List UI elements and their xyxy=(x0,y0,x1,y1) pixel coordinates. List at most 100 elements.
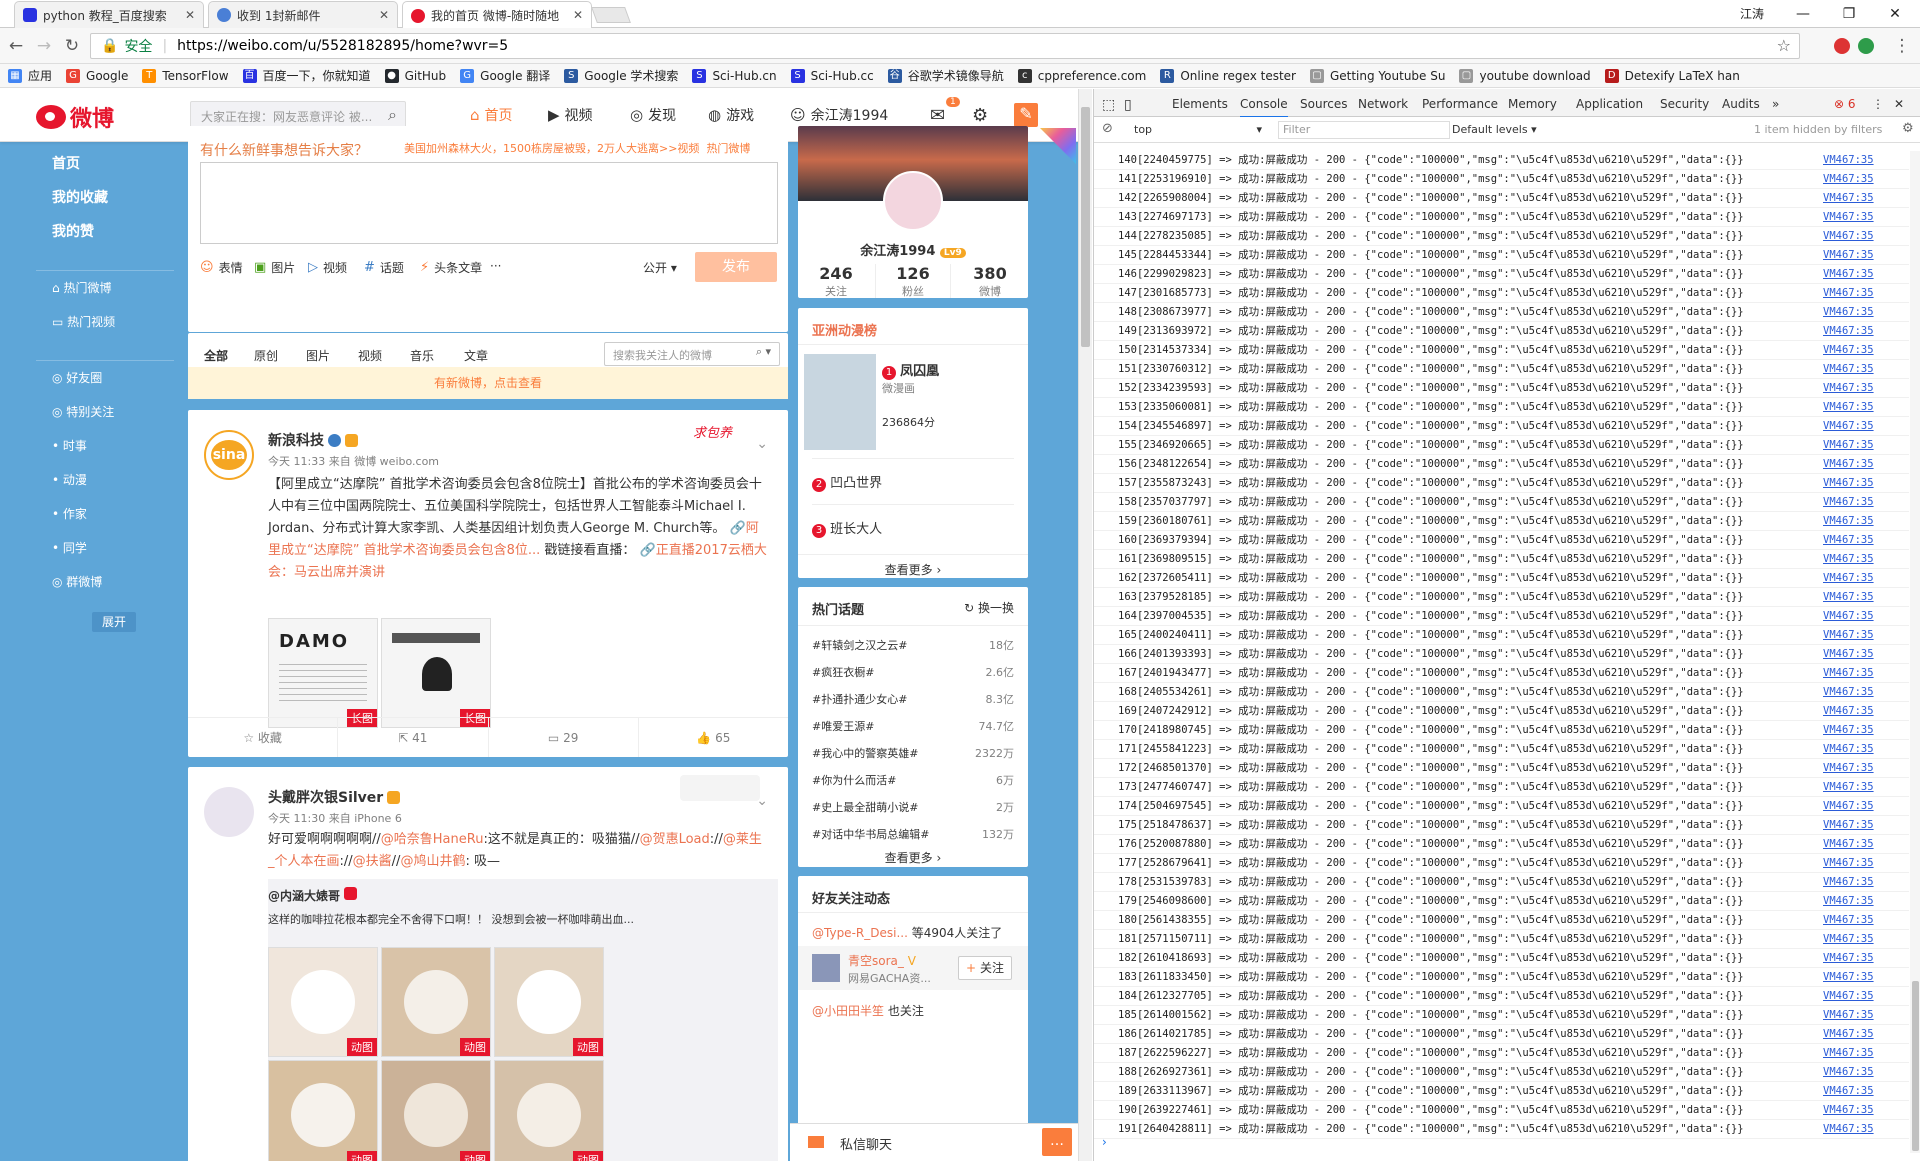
stat-following[interactable]: 246 关注 xyxy=(798,264,874,298)
log-source-link[interactable]: VM467:35 xyxy=(1823,512,1874,530)
follow-button[interactable]: + 关注 xyxy=(958,956,1012,980)
topic-button[interactable]: # 话题 xyxy=(364,259,404,276)
log-source-link[interactable]: VM467:35 xyxy=(1823,284,1874,302)
tab-application[interactable]: Application xyxy=(1576,97,1643,111)
console-settings-icon[interactable]: ⚙ xyxy=(1902,121,1914,136)
weibo-search-input[interactable]: 大家正在搜：网友恶意评论 被... ⌕ xyxy=(190,101,406,129)
sidebar-item-hot-weibo[interactable]: ⌂ 热门微博 xyxy=(36,271,184,305)
avatar[interactable] xyxy=(812,954,840,982)
tab-memory[interactable]: Memory xyxy=(1508,97,1557,111)
post-author[interactable]: 头戴胖次银Silver xyxy=(268,787,401,807)
close-tab-icon[interactable]: ✕ xyxy=(185,8,195,22)
repost-button[interactable]: ⇱ 41 xyxy=(338,718,489,757)
publisher-hot-topic[interactable]: 美国加州森林大火，1500栋房屋被毁，2万人大逃离>>视频 热门微博 xyxy=(404,140,750,156)
log-source-link[interactable]: VM467:35 xyxy=(1823,550,1874,568)
log-source-link[interactable]: VM467:35 xyxy=(1823,664,1874,682)
log-source-link[interactable]: VM467:35 xyxy=(1823,303,1874,321)
anime-cover[interactable] xyxy=(804,354,876,450)
sidebar-item-home[interactable]: 首页 xyxy=(36,147,184,181)
refresh-button[interactable]: ↻ 换一换 xyxy=(964,599,1014,616)
log-source-link[interactable]: VM467:35 xyxy=(1823,1063,1874,1081)
close-tab-icon[interactable]: ✕ xyxy=(573,8,583,22)
post-time[interactable]: 今天 11:30 来自 iPhone 6 xyxy=(268,810,402,826)
log-source-link[interactable]: VM467:35 xyxy=(1823,797,1874,815)
error-count[interactable]: ⊗ 6 xyxy=(1834,97,1856,111)
nav-video[interactable]: ▶ 视频 xyxy=(548,105,593,125)
bookmark-item[interactable]: ▢ Getting Youtube Su xyxy=(1309,68,1445,83)
rank-item[interactable]: 1 凤囚凰 xyxy=(882,360,939,380)
tab-articles[interactable]: 文章 xyxy=(464,347,488,364)
avatar[interactable] xyxy=(883,171,943,231)
log-source-link[interactable]: VM467:35 xyxy=(1823,531,1874,549)
log-source-link[interactable]: VM467:35 xyxy=(1823,968,1874,986)
extension-icon[interactable] xyxy=(1834,38,1850,54)
more-tabs-icon[interactable]: » xyxy=(1772,97,1779,111)
topic-item[interactable]: #我心中的警察英雄# 2322万 xyxy=(812,745,1014,761)
log-source-link[interactable]: VM467:35 xyxy=(1823,379,1874,397)
restore-icon[interactable]: ❐ xyxy=(1826,0,1872,28)
bookmark-item[interactable]: G Google 翻译 xyxy=(460,67,550,84)
repost-author[interactable]: @内涵大婊哥 xyxy=(268,887,358,904)
minimize-icon[interactable]: — xyxy=(1780,0,1826,28)
sidebar-item-favorites[interactable]: 我的收藏 xyxy=(36,181,184,215)
see-more-link[interactable]: 查看更多 › xyxy=(798,554,1028,578)
image-button[interactable]: ▣ 图片 xyxy=(254,259,295,276)
avatar[interactable] xyxy=(204,787,254,837)
extension-icon[interactable] xyxy=(1858,38,1874,54)
back-icon[interactable]: ← xyxy=(4,34,28,58)
log-source-link[interactable]: VM467:35 xyxy=(1823,987,1874,1005)
browser-tab[interactable]: 收到 1封新邮件 ✕ xyxy=(208,1,398,28)
log-source-link[interactable]: VM467:35 xyxy=(1823,227,1874,245)
bookmark-item[interactable]: c cppreference.com xyxy=(1017,68,1146,83)
sidebar-item-hot-video[interactable]: ▭ 热门视频 xyxy=(36,305,184,339)
log-source-link[interactable]: VM467:35 xyxy=(1823,816,1874,834)
log-source-link[interactable]: VM467:35 xyxy=(1823,569,1874,587)
close-devtools-icon[interactable]: ✕ xyxy=(1894,97,1904,111)
comment-button[interactable]: ▭ 29 xyxy=(489,718,639,757)
log-source-link[interactable]: VM467:35 xyxy=(1823,778,1874,796)
browser-tab-active[interactable]: 我的首页 微博-随时随地 ✕ xyxy=(402,1,592,29)
like-button[interactable]: 👍 65 xyxy=(639,718,788,757)
log-source-link[interactable]: VM467:35 xyxy=(1823,493,1874,511)
log-source-link[interactable]: VM467:35 xyxy=(1823,246,1874,264)
tab-video[interactable]: 视频 xyxy=(358,347,382,364)
weibo-logo[interactable]: 微博 xyxy=(36,101,114,133)
log-source-link[interactable]: VM467:35 xyxy=(1823,417,1874,435)
compose-icon[interactable]: ✎ xyxy=(1014,103,1038,127)
log-source-link[interactable]: VM467:35 xyxy=(1823,607,1874,625)
topic-item[interactable]: #对话中华书局总编辑# 132万 xyxy=(812,826,1014,842)
nav-game[interactable]: ◍ 游戏 xyxy=(708,105,754,125)
log-source-link[interactable]: VM467:35 xyxy=(1823,170,1874,188)
post-author[interactable]: 新浪科技 xyxy=(268,430,358,450)
chevron-down-icon[interactable]: ⌄ xyxy=(756,793,768,809)
sidebar-item-special[interactable]: ◎ 特别关注 xyxy=(36,395,184,429)
inspect-icon[interactable]: ⬚ xyxy=(1102,97,1115,113)
log-source-link[interactable]: VM467:35 xyxy=(1823,208,1874,226)
log-source-link[interactable]: VM467:35 xyxy=(1823,322,1874,340)
expand-button[interactable]: 展开 xyxy=(92,612,136,632)
log-source-link[interactable]: VM467:35 xyxy=(1823,588,1874,606)
devtools-menu-icon[interactable]: ⋮ xyxy=(1872,97,1884,111)
page-scrollbar[interactable] xyxy=(1078,89,1092,1161)
log-source-link[interactable]: VM467:35 xyxy=(1823,1082,1874,1100)
tab-security[interactable]: Security xyxy=(1660,97,1709,111)
bookmark-item[interactable]: ▢ youtube download xyxy=(1459,68,1591,83)
bookmark-item[interactable]: G Google xyxy=(66,68,128,83)
bookmark-item[interactable]: T TensorFlow xyxy=(142,68,229,83)
message-icon[interactable]: ✉ xyxy=(930,105,945,126)
tab-network[interactable]: Network xyxy=(1358,97,1408,111)
tab-performance[interactable]: Performance xyxy=(1422,97,1498,111)
post-image[interactable]: 动图 xyxy=(268,1060,378,1161)
log-source-link[interactable]: VM467:35 xyxy=(1823,1101,1874,1119)
post-time[interactable]: 今天 11:33 来自 微博 weibo.com xyxy=(268,453,439,469)
tab-audits[interactable]: Audits xyxy=(1722,97,1760,111)
topic-item[interactable]: #轩辕剑之汉之云# 18亿 xyxy=(812,637,1014,653)
sidebar-item-group-weibo[interactable]: ◎ 群微博 xyxy=(36,565,184,599)
console-scrollbar[interactable] xyxy=(1910,151,1920,1153)
menu-icon[interactable]: ⋮ xyxy=(1890,34,1914,58)
post-image[interactable]: 动图 xyxy=(494,947,604,1057)
feed-search-input[interactable]: 搜索我关注人的微博 ⌕ ▾ xyxy=(604,342,780,366)
emoji-button[interactable]: ☺ 表情 xyxy=(200,259,243,276)
rank-item[interactable]: 3 班长大人 xyxy=(812,518,882,538)
bookmark-star-icon[interactable]: ☆ xyxy=(1777,36,1791,55)
